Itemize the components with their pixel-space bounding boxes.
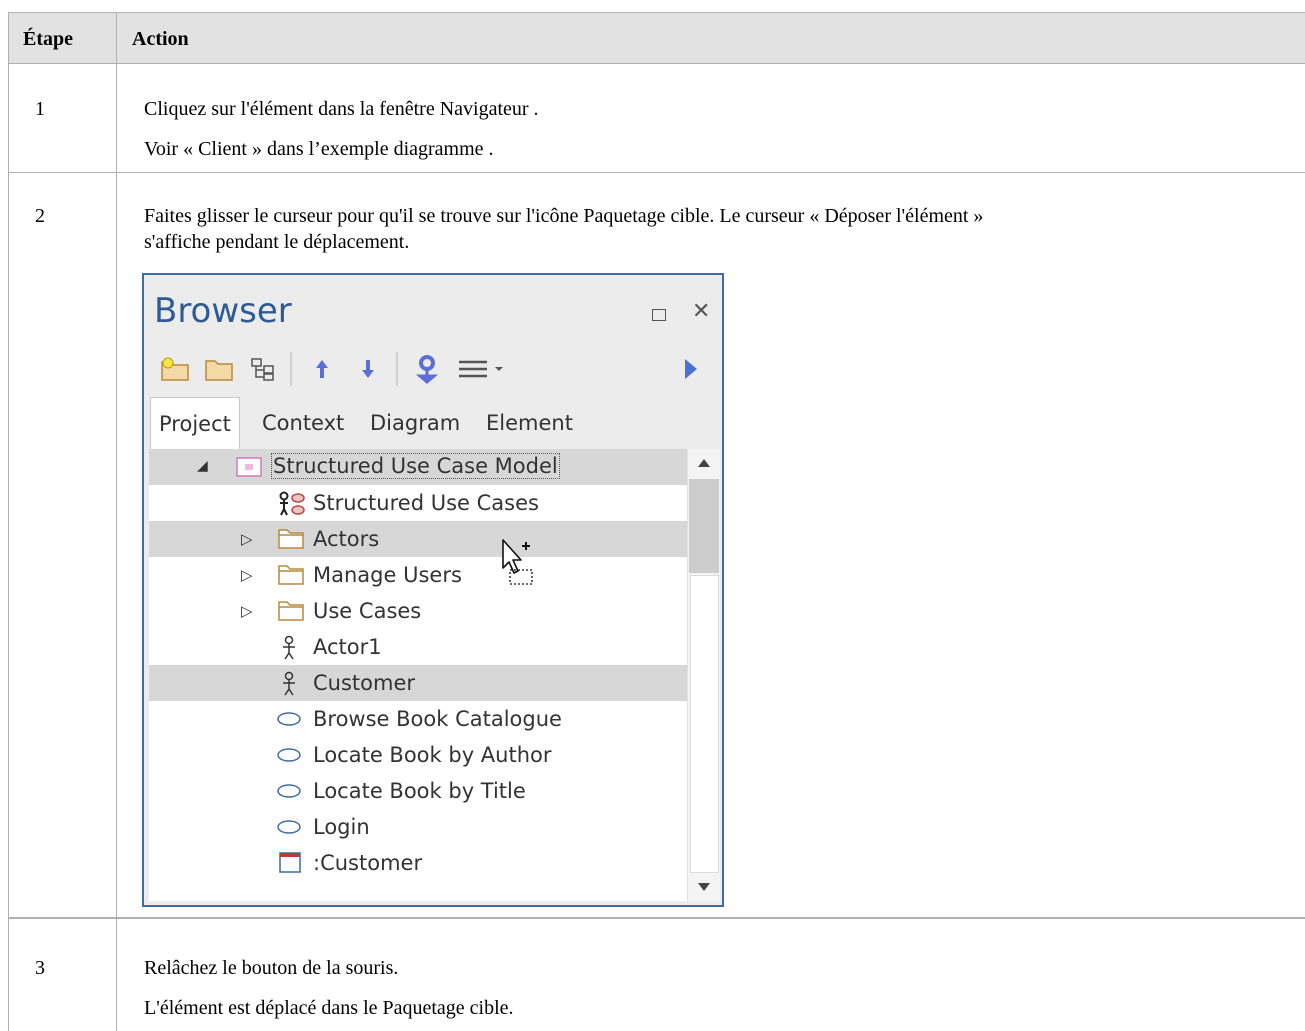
toolbar-separator [396,352,398,386]
folder-icon [277,563,305,592]
usecase-icon [275,815,303,844]
toolbar-separator [290,352,292,386]
browser-title: Browser [154,291,292,331]
scroll-track[interactable] [690,575,719,873]
step-text: Voir « Client » dans l’exemple diagramme… [144,138,494,160]
locate-icon[interactable] [410,347,444,391]
step-cell [9,919,117,1031]
tree-item-customer-instance[interactable]: :Customer [149,845,687,881]
tree-item-label: Manage Users [313,563,462,587]
step-number: 3 [35,957,45,979]
tree-item-use-cases[interactable]: ▷ Use Cases [149,593,687,629]
tree-item-locate-book-by-title[interactable]: Locate Book by Title [149,773,687,809]
tab-context[interactable]: Context [262,397,344,449]
usecase-icon [275,779,303,808]
step-cell [9,173,117,917]
folder-icon[interactable] [202,347,236,391]
step-number: 2 [35,205,45,227]
tree-item-customer[interactable]: Customer [149,665,687,701]
restore-icon[interactable] [652,309,666,321]
collapsed-icon[interactable]: ▷ [241,566,253,584]
tree-item-structured-use-cases[interactable]: Structured Use Cases [149,485,687,521]
close-icon[interactable]: ✕ [692,299,710,324]
tree-item-actor1[interactable]: Actor1 [149,629,687,665]
header-action: Action [132,28,189,50]
actor-icon [279,635,299,666]
usecase-icon [275,743,303,772]
tab-project[interactable]: Project [150,397,240,450]
header-step: Étape [23,28,73,50]
arrow-down-icon[interactable] [354,347,382,391]
step-number: 1 [35,98,45,120]
tree-item-label: Login [313,815,370,839]
tree-item-label: Use Cases [313,599,422,623]
step-text: L'élément est déplacé dans le Paquetage … [144,997,514,1019]
tree-item-label: Customer [313,671,416,695]
arrow-up-icon[interactable] [308,347,336,391]
step-text: Cliquez sur l'élément dans la fenêtre Na… [144,98,539,120]
project-tree: ◢ Structured Use Case Model Structured U… [149,449,687,901]
model-package-icon [235,455,263,484]
tree-item-actors[interactable]: ▷ Actors [149,521,687,557]
drag-drop-cursor-icon [500,538,540,595]
table-row: 1 Cliquez sur l'élément dans la fenêtre … [8,64,1305,173]
tree-item-browse-book-catalogue[interactable]: Browse Book Catalogue [149,701,687,737]
tab-diagram[interactable]: Diagram [370,397,460,449]
tree-item-manage-users[interactable]: ▷ Manage Users [149,557,687,593]
step-text: s'affiche pendant le déplacement. [144,231,410,253]
expanded-icon[interactable]: ◢ [197,458,208,474]
tab-element[interactable]: Element [486,397,573,449]
browser-toolbar [144,347,722,391]
object-instance-icon [277,851,303,880]
tree-item-label: Actor1 [313,635,382,659]
hierarchy-icon[interactable] [246,347,280,391]
actor-icon [279,671,299,702]
table-row: 3 Relâchez le bouton de la souris. L'élé… [8,919,1305,1031]
usecase-diagram-icon [277,491,307,522]
step-text: Faites glisser le curseur pour qu'il se … [144,205,984,227]
usecase-icon [275,707,303,736]
browser-tabs: Project Context Diagram Element [144,397,722,450]
tree-item-locate-book-by-author[interactable]: Locate Book by Author [149,737,687,773]
tree-item-structured-use-case-model[interactable]: ◢ Structured Use Case Model [149,449,687,485]
tree-item-label: Structured Use Cases [313,491,539,515]
collapsed-icon[interactable]: ▷ [241,602,253,620]
folder-icon [277,599,305,628]
tree-item-label: Locate Book by Author [313,743,552,767]
step-text: Relâchez le bouton de la souris. [144,957,399,979]
play-icon[interactable] [678,347,704,391]
tree-item-label: Locate Book by Title [313,779,526,803]
step-cell [9,64,117,172]
menu-icon[interactable] [456,347,508,391]
new-package-icon[interactable] [158,347,192,391]
tree-item-label: Actors [313,527,380,551]
browser-window: Browser ✕ Project Context Diagram Elemen… [142,273,724,907]
folder-icon [277,527,305,556]
scroll-down-icon[interactable] [688,871,720,901]
scroll-up-icon[interactable] [688,449,720,479]
tree-item-login[interactable]: Login [149,809,687,845]
tree-item-label: Structured Use Case Model [271,453,560,479]
collapsed-icon[interactable]: ▷ [241,530,253,548]
scroll-thumb[interactable] [689,479,719,573]
tree-item-label: Browse Book Catalogue [313,707,562,731]
tree-item-label: :Customer [313,851,423,875]
table-header-row: Étape Action [8,12,1305,64]
tree-scrollbar[interactable] [687,449,720,901]
